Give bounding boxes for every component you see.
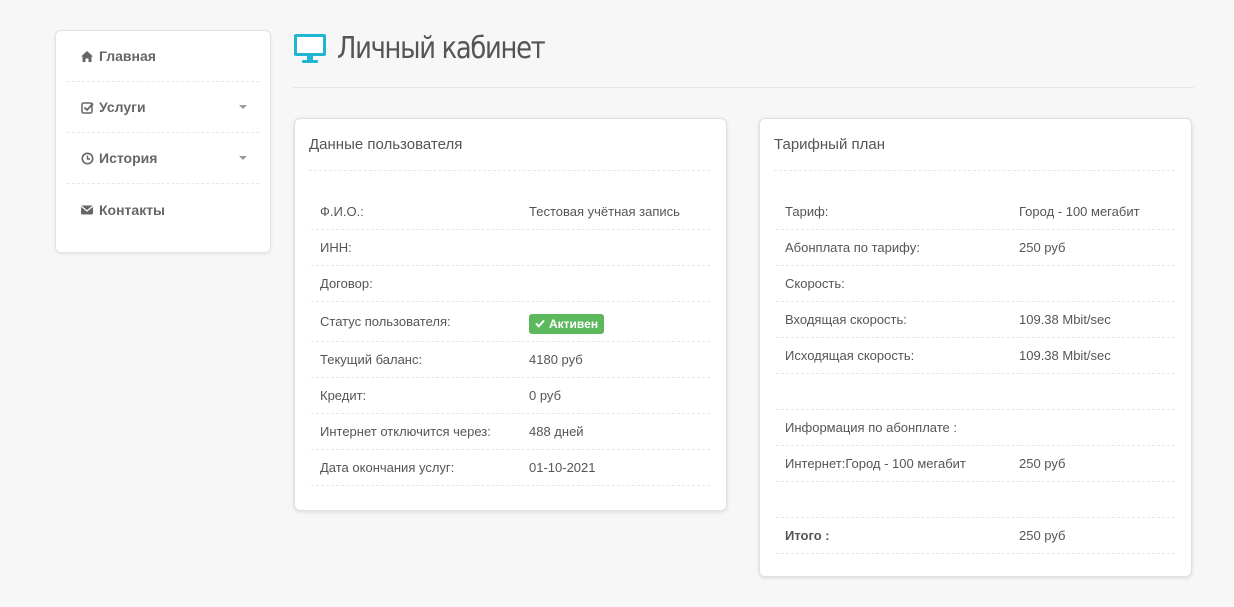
table-row xyxy=(776,374,1175,410)
table-row: Дата окончания услуг: 01-10-2021 xyxy=(311,450,710,486)
table-row: Статус пользователя: Активен xyxy=(311,302,710,342)
table-row: Интернет:Город - 100 мегабит 250 руб xyxy=(776,446,1175,482)
monitor-icon xyxy=(293,33,327,65)
tariff-table: Тариф: Город - 100 мегабит Абонплата по … xyxy=(776,194,1175,554)
chevron-down-icon xyxy=(239,105,247,109)
table-row xyxy=(776,482,1175,518)
row-label: ИНН: xyxy=(320,240,352,255)
row-label: Информация по абонплате : xyxy=(785,420,958,435)
row-label: Интернет:Город - 100 мегабит xyxy=(785,456,966,471)
row-label: Интернет отключится через: xyxy=(320,424,491,439)
sidebar-item-history[interactable]: История xyxy=(67,133,259,184)
table-row: Текущий баланс: 4180 руб xyxy=(311,342,710,378)
status-badge: Активен xyxy=(529,313,605,334)
row-value: 109.38 Mbit/sec xyxy=(1019,312,1111,327)
table-row: Скорость: xyxy=(776,266,1175,302)
tariff-plan-panel: Тарифный план Тариф: Город - 100 мегабит… xyxy=(759,118,1192,577)
table-row: Интернет отключится через: 488 дней xyxy=(311,414,710,450)
sidebar-item-label: Контакты xyxy=(99,201,166,218)
row-value: Город - 100 мегабит xyxy=(1019,204,1140,219)
row-label: Статус пользователя: xyxy=(320,314,451,329)
row-label: Входящая скорость: xyxy=(785,312,907,327)
row-value: 250 руб xyxy=(1019,240,1066,255)
row-label: Текущий баланс: xyxy=(320,352,423,367)
row-value: 250 руб xyxy=(1019,456,1066,471)
table-row: Информация по абонплате : xyxy=(776,410,1175,446)
sidebar-item-services[interactable]: Услуги xyxy=(67,82,259,133)
sidebar-item-label: Главная xyxy=(99,48,156,64)
row-value: 01-10-2021 xyxy=(529,460,596,475)
page-header: Личный кабинет xyxy=(293,25,1194,88)
sidebar: Главная Услуги История Контакты xyxy=(55,30,271,253)
chevron-down-icon xyxy=(239,156,247,160)
row-value: 0 руб xyxy=(529,388,562,403)
clock-icon xyxy=(80,151,94,165)
table-row: ИНН: xyxy=(311,230,710,266)
row-label: Дата окончания услуг: xyxy=(320,460,455,475)
user-data-panel: Данные пользователя Ф.И.О.: Тестовая учё… xyxy=(294,118,727,511)
table-row: Абонплата по тарифу: 250 руб xyxy=(776,230,1175,266)
row-label: Ф.И.О.: xyxy=(320,204,364,219)
table-row: Кредит: 0 руб xyxy=(311,378,710,414)
sidebar-item-label: История xyxy=(99,150,158,166)
row-value: 4180 руб xyxy=(529,352,583,367)
sidebar-item-home[interactable]: Главная xyxy=(67,31,259,82)
row-label: Тариф: xyxy=(785,204,829,219)
row-value: Тестовая учётная запись xyxy=(529,204,680,219)
sidebar-item-label: Услуги xyxy=(99,99,146,115)
row-label: Кредит: xyxy=(320,388,367,403)
check-icon xyxy=(535,317,545,331)
status-text: Активен xyxy=(549,316,599,331)
panel-title: Данные пользователя xyxy=(309,119,710,171)
total-label: Итого : xyxy=(785,528,830,543)
table-row: Входящая скорость: 109.38 Mbit/sec xyxy=(776,302,1175,338)
table-row: Ф.И.О.: Тестовая учётная запись xyxy=(311,194,710,230)
row-label: Исходящая скорость: xyxy=(785,348,915,363)
table-row: Исходящая скорость: 109.38 Mbit/sec xyxy=(776,338,1175,374)
row-label: Скорость: xyxy=(785,276,845,291)
row-value: 109.38 Mbit/sec xyxy=(1019,348,1111,363)
table-row: Тариф: Город - 100 мегабит xyxy=(776,194,1175,230)
total-value: 250 руб xyxy=(1019,528,1066,543)
check-square-icon xyxy=(80,100,94,114)
envelope-icon xyxy=(80,203,94,217)
table-row: Договор: xyxy=(311,266,710,302)
page-title: Личный кабинет xyxy=(337,31,546,66)
user-data-table: Ф.И.О.: Тестовая учётная запись ИНН: Дог… xyxy=(311,194,710,486)
panel-title: Тарифный план xyxy=(774,119,1175,171)
table-row: Итого : 250 руб xyxy=(776,518,1175,554)
home-icon xyxy=(80,49,94,63)
row-label: Договор: xyxy=(320,276,373,291)
row-value: 488 дней xyxy=(529,424,584,439)
sidebar-item-contacts[interactable]: Контакты xyxy=(67,184,259,235)
row-label: Абонплата по тарифу: xyxy=(785,240,920,255)
